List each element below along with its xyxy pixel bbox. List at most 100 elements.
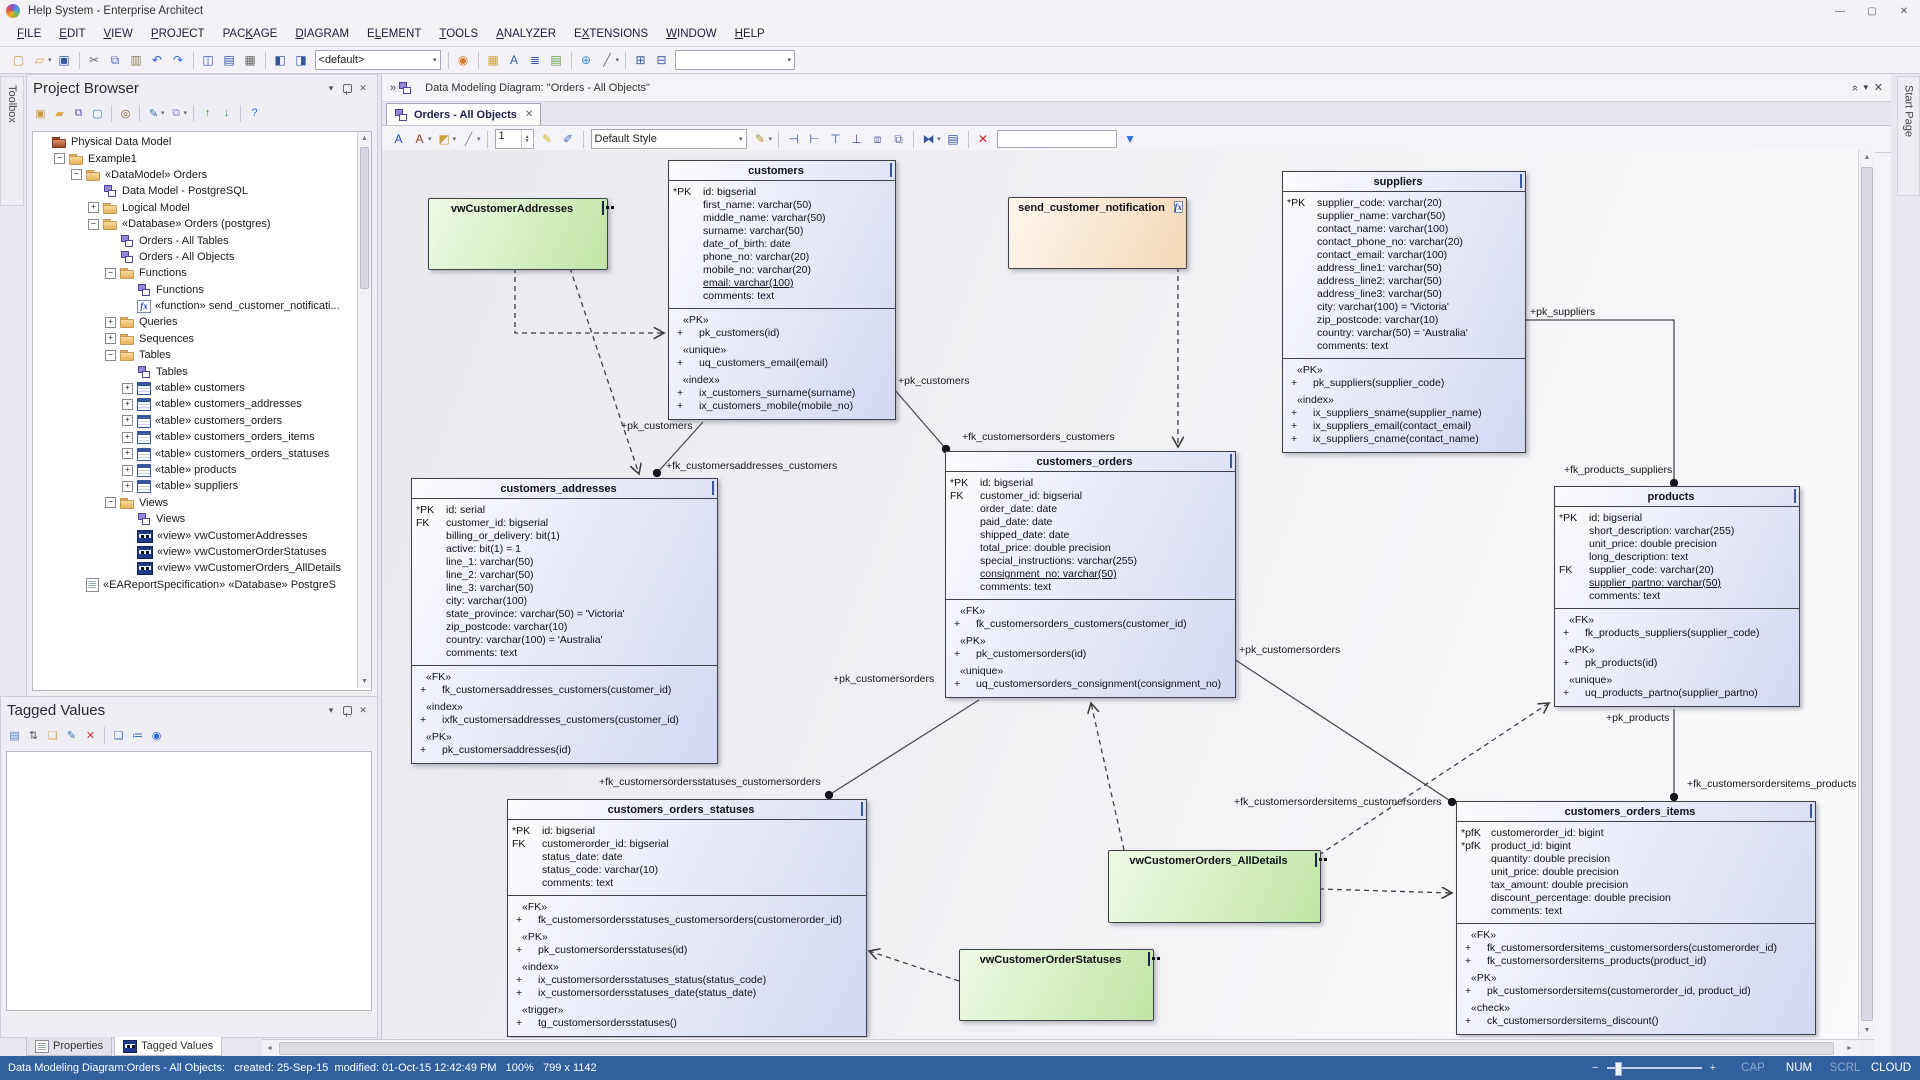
open-icon-dropdown[interactable]: ▾: [48, 56, 52, 64]
font-face-icon-dropdown[interactable]: ▾: [428, 135, 432, 143]
connector-suppliers-products[interactable]: [1524, 319, 1679, 488]
auto-layout-icon-dropdown[interactable]: ▾: [937, 135, 941, 143]
tree-item-view-vwcustomeraddresses[interactable]: «view» vwCustomerAddresses: [33, 527, 371, 543]
workspace-icon[interactable]: ◧: [270, 50, 291, 70]
workspace-combo[interactable]: <default> ▾: [314, 50, 441, 70]
tree-item-view-vwcustomerorderstatuses[interactable]: «view» vwCustomerOrderStatuses: [33, 544, 371, 560]
menu-extensions[interactable]: EXTENSIONS: [565, 25, 657, 43]
menu-tools[interactable]: TOOLS: [430, 25, 487, 43]
zoom-in-icon[interactable]: +: [1710, 1062, 1716, 1074]
tree-item-datamodel-orders[interactable]: − «DataModel» Orders: [33, 167, 371, 183]
zoom-slider[interactable]: − +: [1592, 1062, 1716, 1076]
new-model-icon[interactable]: ▣: [31, 104, 50, 122]
menu-analyzer[interactable]: ANALYZER: [487, 25, 565, 43]
model-search-icon[interactable]: ◫: [198, 50, 219, 70]
menu-project[interactable]: PROJECT: [142, 25, 214, 43]
same-width-icon[interactable]: ⧈: [867, 129, 888, 149]
tile-windows-icon[interactable]: ⊞: [630, 50, 651, 70]
minimize-button[interactable]: —: [1824, 0, 1856, 22]
tree-expander-icon[interactable]: +: [122, 398, 133, 410]
diagram-canvas[interactable]: customers *PK id: bigserial first_name: var…: [382, 150, 1873, 1038]
tree-expander-icon[interactable]: −: [105, 267, 116, 279]
close-diagram-dock-icon[interactable]: ✕: [1874, 81, 1883, 94]
window-layout-icon[interactable]: ◨: [291, 50, 312, 70]
tab-tagged-values[interactable]: Tagged Values: [114, 1037, 223, 1056]
menu-element[interactable]: ELEMENT: [358, 25, 430, 43]
connector-vwCustomerAddresses-customers_addresses[interactable]: [569, 267, 639, 474]
tree-expander-icon[interactable]: +: [105, 333, 116, 345]
document-icon[interactable]: ▤: [219, 50, 240, 70]
format-painter-icon[interactable]: ✎: [537, 129, 558, 149]
entity-products[interactable]: products *PK id: bigserial short_descriptio…: [1554, 486, 1800, 707]
save-style-icon[interactable]: ✎: [750, 129, 771, 149]
tree-item-table-customers_orders_statuses[interactable]: + «table» customers_orders_statuses: [33, 445, 371, 461]
canvas-vertical-scrollbar[interactable]: ▲ ▼: [1858, 150, 1875, 1038]
entity-send_customer_notification[interactable]: send_customer_notification: [1008, 197, 1187, 269]
tree-expander-icon[interactable]: +: [122, 464, 133, 476]
tagged-values-list[interactable]: [6, 751, 372, 1011]
tree-item-views[interactable]: Views: [33, 511, 371, 527]
toolbox-tab[interactable]: Toolbox: [0, 76, 24, 206]
paste-icon[interactable]: ▥: [126, 50, 147, 70]
tree-item-table-products[interactable]: + «table» products: [33, 462, 371, 478]
edit-tag-icon[interactable]: ✎: [62, 726, 81, 744]
close-tab-icon[interactable]: ✕: [525, 109, 533, 120]
font-face-icon[interactable]: A: [409, 129, 430, 149]
connector-vwCustomerAddresses-customers[interactable]: [514, 268, 664, 333]
tag-options-icon[interactable]: ≔: [128, 726, 147, 744]
grid-icon[interactable]: ▦: [483, 50, 504, 70]
tree-expander-icon[interactable]: +: [122, 431, 133, 443]
list-view-icon[interactable]: ≣: [525, 50, 546, 70]
tree-expander-icon[interactable]: −: [71, 169, 82, 181]
tree-item-orders---all-objects[interactable]: Orders - All Objects: [33, 249, 371, 265]
save-style-icon-dropdown[interactable]: ▾: [769, 135, 773, 143]
tab-orders-all-objects[interactable]: Orders - All Objects ✕: [386, 103, 542, 125]
chevron-down-icon[interactable]: ▾: [323, 80, 339, 96]
entity-vwCustomerAddresses[interactable]: vwCustomerAddresses: [428, 198, 608, 270]
open-icon[interactable]: ▱: [29, 50, 50, 70]
tree-item-table-customers[interactable]: + «table» customers: [33, 380, 371, 396]
tree-item-table-suppliers[interactable]: + «table» suppliers: [33, 478, 371, 494]
connector-customers_orders-customers_orders_items[interactable]: [1233, 658, 1457, 807]
entity-customers_addresses[interactable]: customers_addresses *PK id: serial FK custom…: [411, 478, 718, 764]
menu-package[interactable]: PACKAGE: [214, 25, 287, 43]
connector-style-icon-dropdown[interactable]: ▾: [616, 56, 620, 64]
move-up-icon[interactable]: ↑: [198, 104, 217, 122]
filter-input[interactable]: [996, 130, 1117, 148]
line-width-spinner[interactable]: 1 ▲ ▼: [494, 129, 534, 149]
redo-icon[interactable]: ↷: [168, 50, 189, 70]
connector-style-icon[interactable]: ╱: [597, 50, 618, 70]
new-tag-icon[interactable]: ▤: [5, 726, 24, 744]
duplicate-icon-dropdown[interactable]: ▾: [184, 109, 188, 117]
print-icon[interactable]: ▦: [240, 50, 261, 70]
menu-help[interactable]: HELP: [726, 25, 774, 43]
connector-customers-customers_orders[interactable]: [893, 388, 951, 454]
align-left-icon[interactable]: ⊣: [783, 129, 804, 149]
tree-item-sequences[interactable]: + Sequences: [33, 331, 371, 347]
tree-item-views[interactable]: − Views: [33, 495, 371, 511]
find-in-browser-icon[interactable]: ◎: [116, 104, 135, 122]
edit-icon-dropdown[interactable]: ▾: [161, 109, 165, 117]
copy-icon[interactable]: ⧉: [105, 50, 126, 70]
tree-item-table-customers_orders[interactable]: + «table» customers_orders: [33, 413, 371, 429]
entity-customers_orders_statuses[interactable]: customers_orders_statuses *PK id: bigseria…: [507, 799, 867, 1037]
cut-icon[interactable]: ✂: [84, 50, 105, 70]
style-dropper-icon[interactable]: ✐: [558, 129, 579, 149]
entity-customers[interactable]: customers *PK id: bigserial first_name: var…: [668, 160, 896, 420]
undo-icon[interactable]: ↶: [147, 50, 168, 70]
tree-item-tables[interactable]: − Tables: [33, 347, 371, 363]
sort-icon[interactable]: ⇅: [24, 726, 43, 744]
project-tree-scrollbar[interactable]: ▲ ▼: [357, 132, 371, 688]
line-color-icon-dropdown[interactable]: ▾: [477, 135, 481, 143]
filter-icon[interactable]: ▼: [1120, 129, 1141, 149]
tag-blue-icon[interactable]: ❑: [109, 726, 128, 744]
tree-expander-icon[interactable]: −: [88, 218, 99, 230]
tree-item-queries[interactable]: + Queries: [33, 314, 371, 330]
new-package-icon[interactable]: ▰: [50, 104, 69, 122]
canvas-horizontal-scrollbar[interactable]: ◄ ►: [262, 1039, 1874, 1057]
tree-expander-icon[interactable]: +: [122, 480, 133, 492]
tree-expander-icon[interactable]: +: [105, 316, 116, 328]
line-color-icon[interactable]: ╱: [458, 129, 479, 149]
new-file-icon[interactable]: ▢: [8, 50, 29, 70]
diagram-properties-icon[interactable]: ▤: [943, 129, 964, 149]
